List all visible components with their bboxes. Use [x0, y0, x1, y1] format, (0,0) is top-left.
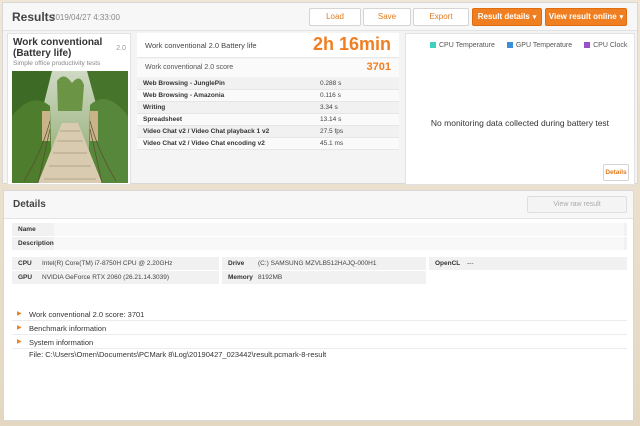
gpu-label: GPU [18, 274, 33, 281]
memory-row: Memory 8192MB [222, 271, 426, 284]
table-row: Spreadsheet 13.14 s [137, 114, 399, 126]
section-label: System information [29, 338, 94, 347]
section-system-information[interactable]: ▶ System information [12, 335, 627, 349]
opencl-label: OpenCL [435, 260, 461, 267]
main-score-row: Work conventional 2.0 Battery life 2h 16… [137, 33, 399, 58]
subtest-name: Video Chat v2 / Video Chat encoding v2 [143, 140, 265, 147]
drive-label: Drive [228, 260, 245, 267]
section-score[interactable]: ▶ Work conventional 2.0 score: 3701 [12, 307, 627, 321]
legend-cpu-temperature[interactable]: CPU Temperature [430, 42, 495, 49]
cpu-row: CPU Intel(R) Core(TM) i7-8750H CPU @ 2.2… [12, 257, 219, 270]
subtest-name: Web Browsing - Amazonia [143, 92, 225, 99]
legend-swatch [584, 42, 591, 49]
description-label: Description [18, 240, 54, 247]
chevron-down-icon: ▾ [532, 14, 537, 21]
monitoring-area: CPU Temperature GPU Temperature CPU Cloc… [405, 33, 635, 185]
opencl-value: --- [467, 260, 474, 267]
details-button[interactable]: Details [603, 164, 629, 181]
collapsible-sections: ▶ Work conventional 2.0 score: 3701 ▶ Be… [12, 307, 627, 349]
benchmark-name: Work conventional (Battery life) [13, 37, 103, 59]
memory-label: Memory [228, 274, 253, 281]
subtest-name: Spreadsheet [143, 116, 183, 123]
cpu-label: CPU [18, 260, 32, 267]
legend-label: CPU Temperature [439, 42, 495, 49]
subtest-name: Web Browsing - JunglePin [143, 80, 225, 87]
subtest-name: Video Chat v2 / Video Chat playback 1 v2 [143, 128, 270, 135]
name-label: Name [18, 226, 36, 233]
section-benchmark-information[interactable]: ▶ Benchmark information [12, 321, 627, 335]
sub-score-label: Work conventional 2.0 score [145, 64, 234, 71]
benchmark-description: Simple office productivity tests [13, 60, 101, 67]
legend-label: GPU Temperature [515, 42, 573, 49]
drive-value: (C:) SAMSUNG MZVLB512HAJQ-000H1 [258, 260, 377, 267]
main-score-label: Work conventional 2.0 Battery life [145, 41, 257, 50]
subtest-value: 3.34 s [320, 104, 338, 111]
sub-score-row: Work conventional 2.0 score 3701 [137, 59, 399, 77]
legend-gpu-temperature[interactable]: GPU Temperature [506, 42, 573, 49]
chevron-right-icon: ▶ [17, 311, 22, 317]
details-title: Details [13, 199, 46, 210]
benchmark-image [12, 71, 128, 183]
jungle-bridge-image [12, 71, 128, 183]
chevron-right-icon: ▶ [17, 339, 22, 345]
results-panel: Results 2019/04/27 4:33:00 Load Save Exp… [2, 2, 638, 185]
gpu-value: NVIDIA GeForce RTX 2060 (26.21.14.3039) [42, 274, 170, 281]
table-row: Writing 3.34 s [137, 102, 399, 114]
memory-value: 8192MB [258, 274, 283, 281]
subtest-value: 0.116 s [320, 92, 341, 99]
description-row: Description [12, 237, 627, 250]
gpu-row: GPU NVIDIA GeForce RTX 2060 (26.21.14.30… [12, 271, 219, 284]
drive-memory-block: Drive (C:) SAMSUNG MZVLB512HAJQ-000H1 Me… [222, 257, 426, 285]
results-title: Results [12, 10, 56, 24]
table-row: Video Chat v2 / Video Chat playback 1 v2… [137, 126, 399, 138]
table-row: Web Browsing - JunglePin 0.288 s [137, 78, 399, 90]
subtest-value: 13.14 s [320, 116, 342, 123]
results-date: 2019/04/27 4:33:00 [51, 13, 120, 22]
drive-row: Drive (C:) SAMSUNG MZVLB512HAJQ-000H1 [222, 257, 426, 270]
cpu-gpu-block: CPU Intel(R) Core(TM) i7-8750H CPU @ 2.2… [12, 257, 219, 285]
legend-label: CPU Clock [593, 42, 628, 49]
name-row: Name [12, 223, 627, 236]
section-label: Benchmark information [29, 324, 107, 333]
sub-score-value: 3701 [366, 61, 391, 73]
legend-swatch [506, 42, 513, 49]
opencl-row: OpenCL --- [429, 257, 627, 270]
monitoring-legend: CPU Temperature GPU Temperature CPU Cloc… [430, 42, 637, 49]
subtest-value: 45.1 ms [320, 140, 344, 147]
subtest-value: 27.5 fps [320, 128, 344, 135]
view-raw-result-button[interactable]: View raw result [527, 196, 627, 213]
description-value [54, 237, 624, 250]
score-area: Work conventional 2.0 Battery life 2h 16… [137, 33, 399, 185]
subtest-table: Web Browsing - JunglePin 0.288 s Web Bro… [137, 78, 399, 150]
result-details-label: Result details [477, 12, 530, 21]
no-monitoring-data-message: No monitoring data collected during batt… [430, 118, 610, 128]
subtest-name: Writing [143, 104, 166, 111]
table-row: Video Chat v2 / Video Chat encoding v2 4… [137, 138, 399, 150]
results-header: Results 2019/04/27 4:33:00 Load Save Exp… [3, 3, 637, 31]
main-score-value: 2h 16min [312, 34, 391, 54]
subtest-value: 0.288 s [320, 80, 342, 87]
table-row: Web Browsing - Amazonia 0.116 s [137, 90, 399, 102]
chevron-down-icon: ▾ [619, 14, 624, 21]
view-online-label: View result online [548, 12, 617, 21]
name-value [54, 223, 624, 236]
load-button[interactable]: Load [309, 8, 361, 26]
cpu-value: Intel(R) Core(TM) i7-8750H CPU @ 2.20GHz [42, 260, 173, 267]
chevron-right-icon: ▶ [17, 325, 22, 331]
save-button[interactable]: Save [363, 8, 411, 26]
benchmark-version: 2.0 [116, 45, 126, 52]
legend-swatch [430, 42, 436, 49]
result-details-button[interactable]: Result details ▾ [472, 8, 542, 26]
legend-cpu-clock[interactable]: CPU Clock [584, 42, 627, 49]
details-panel: Details View raw result Name Description… [3, 190, 634, 421]
result-file-path: File: C:\Users\Omen\Documents\PCMark 8\L… [29, 350, 327, 359]
export-button[interactable]: Export [413, 8, 469, 26]
view-online-button[interactable]: View result online ▾ [545, 8, 627, 26]
section-label: Work conventional 2.0 score: 3701 [29, 310, 145, 319]
details-header: Details View raw result [4, 191, 633, 219]
opencl-block: OpenCL --- [429, 257, 627, 285]
benchmark-card: Work conventional (Battery life) 2.0 Sim… [7, 33, 131, 185]
